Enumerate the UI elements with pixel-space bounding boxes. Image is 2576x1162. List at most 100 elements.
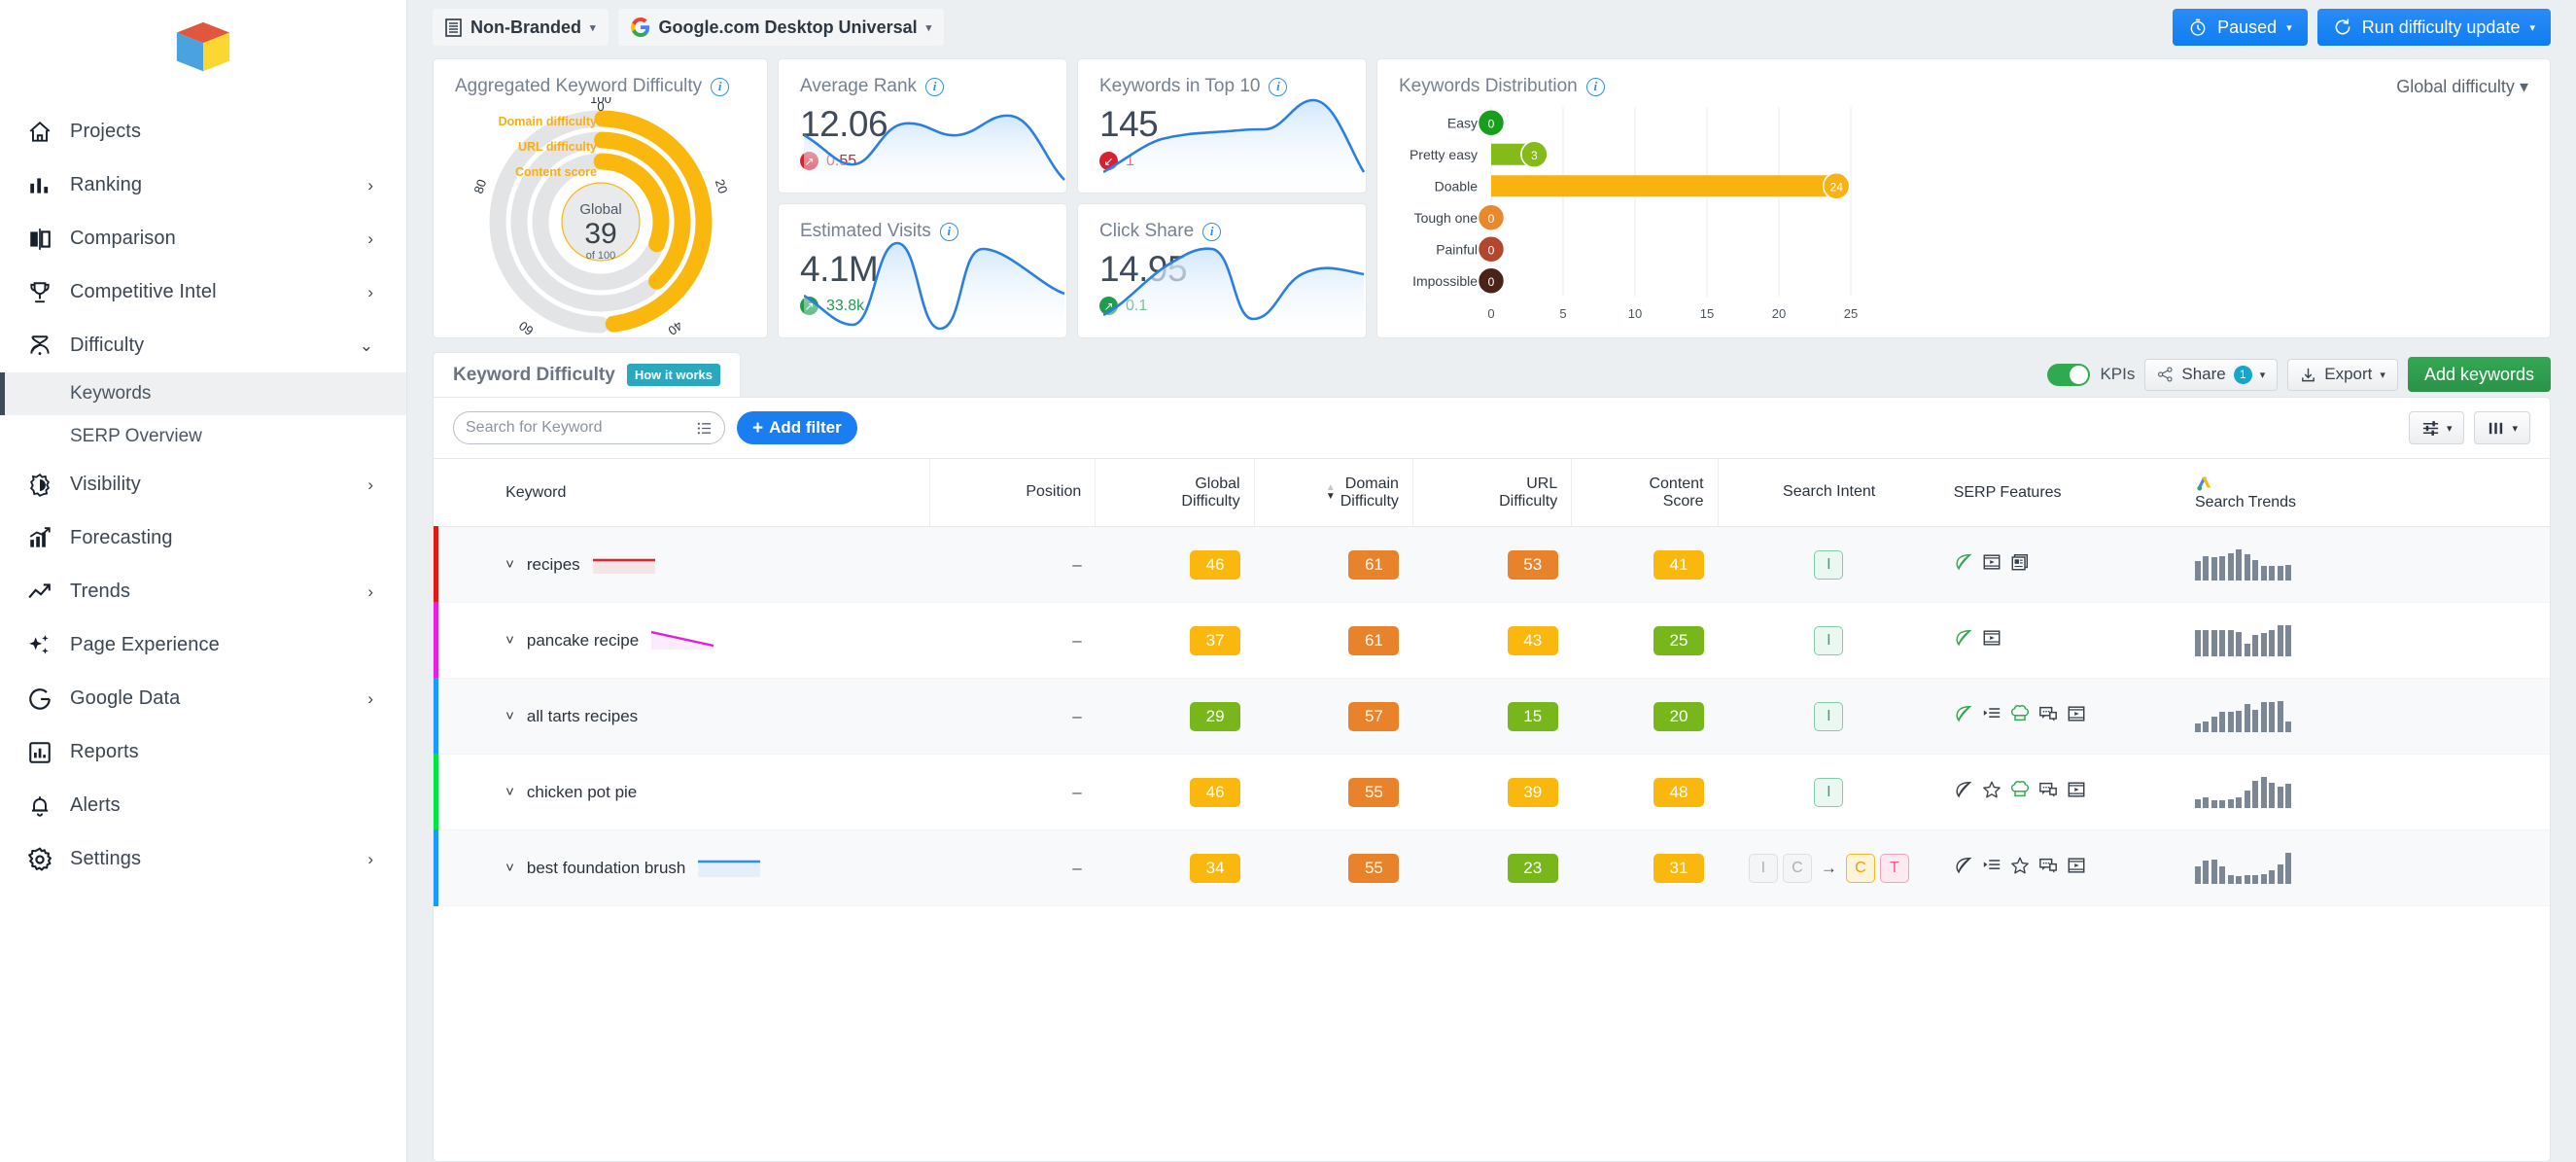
trend-bar (2228, 630, 2234, 655)
domain-difficulty-badge: 61 (1348, 626, 1399, 655)
serp-feature-video-icon[interactable] (1982, 552, 2002, 577)
serp-feature-leaf-green-icon[interactable] (1954, 552, 1973, 577)
search-intent-badge[interactable]: I (1749, 854, 1778, 883)
table-row[interactable]: ˅ all tarts recipes – 29 57 15 20 I (434, 679, 2550, 755)
sidebar-item-forecasting[interactable]: Forecasting (0, 511, 406, 565)
share-button[interactable]: Share 1 ▾ (2144, 359, 2278, 391)
columns-button[interactable]: ▾ (2474, 411, 2530, 444)
info-icon[interactable]: i (1586, 78, 1605, 96)
search-intent-badge[interactable]: I (1814, 778, 1843, 807)
sidebar-subitem-keywords[interactable]: Keywords (0, 372, 406, 415)
compare-icon (27, 227, 60, 252)
table-row[interactable]: ˅ pancake recipe – 37 61 43 25 I (434, 603, 2550, 679)
search-intent-cell: I (1718, 527, 1940, 603)
serp-features-cell (1940, 603, 2181, 679)
column-header-content-score[interactable]: ContentScore (1572, 459, 1718, 527)
search-engine-selector[interactable]: Google.com Desktop Universal ▾ (618, 9, 945, 46)
expand-row-icon[interactable]: ˅ (505, 557, 514, 572)
sidebar-item-trends[interactable]: Trends› (0, 565, 406, 618)
segment-selector[interactable]: Non-Branded ▾ (433, 9, 609, 46)
sidebar-item-ranking[interactable]: Ranking› (0, 158, 406, 212)
search-keyword-box[interactable] (453, 411, 725, 444)
sidebar-item-page-experience[interactable]: Page Experience (0, 618, 406, 672)
kpi-card: Average Rank i 12.06 ↗ 0.55 (778, 58, 1067, 194)
table-row[interactable]: ˅ recipes – 46 61 53 41 I (434, 527, 2550, 603)
search-intent-badge[interactable]: I (1814, 550, 1843, 580)
filter-list-icon[interactable] (696, 420, 713, 437)
gauge-tick-label: 40 (665, 318, 685, 338)
sidebar-item-competitive-intel[interactable]: Competitive Intel› (0, 265, 406, 319)
trend-bar (2285, 625, 2291, 656)
serp-feature-star-icon[interactable] (2010, 856, 2030, 880)
sidebar-item-alerts[interactable]: Alerts (0, 779, 406, 832)
difficulty-metric-selector[interactable]: Global difficulty ▾ (2396, 77, 2528, 97)
table-row[interactable]: ˅ chicken pot pie – 46 55 39 48 I (434, 755, 2550, 830)
chevron-right-icon: › (367, 476, 373, 493)
search-intent-badge[interactable]: C (1783, 854, 1812, 883)
serp-feature-leaf-green-icon[interactable] (1954, 628, 1973, 652)
serp-feature-leaf-green-icon[interactable] (1954, 704, 1973, 728)
serp-feature-chef-green-icon[interactable] (2010, 704, 2030, 728)
info-icon[interactable]: i (711, 78, 729, 96)
search-intent-badge[interactable]: I (1814, 626, 1843, 655)
search-intent-badge[interactable]: C (1846, 854, 1875, 883)
sort-indicator-icon[interactable]: ▲▼ (1326, 483, 1336, 501)
serp-feature-video-icon[interactable] (2067, 704, 2086, 728)
table-settings-button[interactable]: ▾ (2409, 411, 2465, 444)
sidebar-item-visibility[interactable]: Visibility› (0, 458, 406, 511)
sidebar-item-difficulty[interactable]: Difficulty⌄ (0, 319, 406, 372)
serp-feature-leaf-dark-icon[interactable] (1954, 856, 1973, 880)
table-row[interactable]: ˅ best foundation brush – 34 55 23 31 IC… (434, 830, 2550, 906)
trend-bar (2252, 710, 2258, 732)
serp-feature-leaf-dark-icon[interactable] (1954, 780, 1973, 804)
column-header-url-difficulty[interactable]: URLDifficulty (1412, 459, 1571, 527)
serp-feature-video-icon[interactable] (2067, 780, 2086, 804)
run-difficulty-update-button[interactable]: Run difficulty update ▾ (2317, 9, 2551, 46)
add-filter-button[interactable]: + Add filter (737, 411, 857, 444)
serp-feature-qa-icon[interactable] (2038, 704, 2058, 728)
bar[interactable] (1491, 175, 1836, 196)
sidebar-item-google-data[interactable]: Google Data› (0, 672, 406, 725)
serp-feature-list-icon[interactable] (1982, 704, 2002, 728)
tab-keyword-difficulty[interactable]: Keyword Difficulty How it works (433, 352, 741, 397)
app-logo[interactable] (0, 0, 406, 97)
expand-row-icon[interactable]: ˅ (505, 633, 514, 648)
serp-feature-star-icon[interactable] (1982, 780, 2002, 804)
category-label: Pretty easy (1410, 147, 1478, 162)
column-header-global-difficulty[interactable]: GlobalDifficulty (1096, 459, 1254, 527)
sidebar-item-reports[interactable]: Reports (0, 725, 406, 779)
serp-feature-chef-green-icon[interactable] (2010, 780, 2030, 804)
expand-row-icon[interactable]: ˅ (505, 785, 514, 799)
trend-bar (2245, 704, 2250, 731)
how-it-works-badge[interactable]: How it works (627, 364, 720, 386)
export-button[interactable]: Export ▾ (2287, 359, 2398, 391)
search-intent-badge[interactable]: T (1880, 854, 1909, 883)
column-header-search-intent[interactable]: Search Intent (1718, 459, 1940, 527)
serp-feature-list-icon[interactable] (1982, 856, 2002, 880)
sidebar-item-comparison[interactable]: Comparison› (0, 212, 406, 265)
expand-row-icon[interactable]: ˅ (505, 861, 514, 875)
column-header-domain-difficulty[interactable]: ▲▼DomainDifficulty (1254, 459, 1412, 527)
url-difficulty-cell: 15 (1412, 679, 1571, 755)
serp-feature-video-icon[interactable] (2067, 856, 2086, 880)
serp-feature-video-icon[interactable] (1982, 628, 2002, 652)
search-input[interactable] (466, 419, 688, 437)
column-header-serp-features[interactable]: SERP Features (1940, 459, 2181, 527)
url-difficulty-cell: 23 (1412, 830, 1571, 906)
column-header-keyword[interactable]: Keyword (492, 459, 930, 527)
expand-row-icon[interactable]: ˅ (505, 709, 514, 723)
kpis-toggle[interactable] (2047, 364, 2090, 386)
serp-feature-news-icon[interactable] (2010, 552, 2030, 577)
serp-feature-qa-icon[interactable] (2038, 780, 2058, 804)
column-header-search-trends[interactable]: Search Trends (2181, 459, 2550, 527)
column-header-position[interactable]: Position (930, 459, 1096, 527)
url-difficulty-cell: 39 (1412, 755, 1571, 830)
table-scroll-area[interactable]: KeywordPositionGlobalDifficulty▲▼DomainD… (434, 458, 2550, 1161)
serp-feature-qa-icon[interactable] (2038, 856, 2058, 880)
add-keywords-button[interactable]: Add keywords (2408, 357, 2551, 392)
sidebar-item-settings[interactable]: Settings› (0, 832, 406, 886)
search-intent-badge[interactable]: I (1814, 702, 1843, 731)
paused-button[interactable]: Paused ▾ (2173, 9, 2308, 46)
sidebar-item-projects[interactable]: Projects (0, 105, 406, 158)
sidebar-subitem-serp-overview[interactable]: SERP Overview (0, 415, 406, 458)
